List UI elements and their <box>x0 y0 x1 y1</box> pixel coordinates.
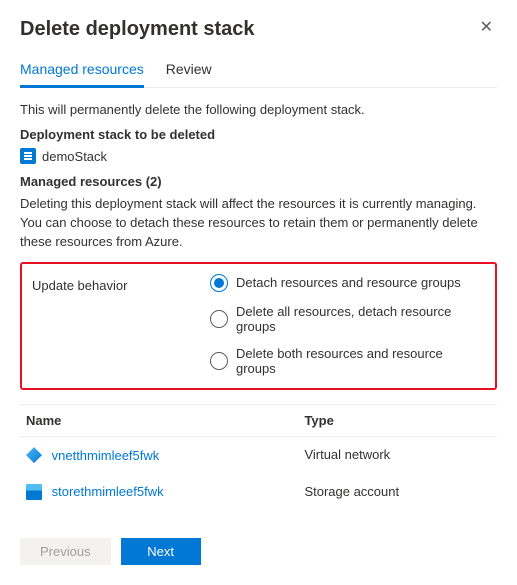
radio-label: Delete both resources and resource group… <box>236 346 485 376</box>
radio-delete-both[interactable]: Delete both resources and resource group… <box>210 346 485 376</box>
radio-delete-resources[interactable]: Delete all resources, detach resource gr… <box>210 304 485 334</box>
stack-row: demoStack <box>20 148 497 164</box>
resources-table: Name Type vnetthmimleef5fwk Virtual netw… <box>20 404 497 510</box>
radio-label: Delete all resources, detach resource gr… <box>236 304 485 334</box>
table-row: vnetthmimleef5fwk Virtual network <box>20 436 497 473</box>
col-name: Name <box>20 404 298 436</box>
tabs: Managed resources Review <box>20 55 497 88</box>
stack-icon <box>20 148 36 164</box>
previous-button: Previous <box>20 538 111 565</box>
next-button[interactable]: Next <box>121 538 201 565</box>
intro-text: This will permanently delete the followi… <box>20 102 497 117</box>
table-row: storethmimleef5fwk Storage account <box>20 473 497 510</box>
radio-detach[interactable]: Detach resources and resource groups <box>210 274 485 292</box>
tab-review[interactable]: Review <box>166 55 212 88</box>
resource-link[interactable]: vnetthmimleef5fwk <box>52 448 160 463</box>
radio-icon <box>210 274 228 292</box>
resource-type: Storage account <box>298 473 497 510</box>
update-behavior-label: Update behavior <box>32 274 202 376</box>
managed-resources-label: Managed resources (2) <box>20 174 497 189</box>
close-icon[interactable]: ✕ <box>476 18 497 38</box>
vnet-icon <box>26 447 42 463</box>
col-type: Type <box>298 404 497 436</box>
resource-link[interactable]: storethmimleef5fwk <box>52 484 164 499</box>
resource-type: Virtual network <box>298 436 497 473</box>
stack-section-label: Deployment stack to be deleted <box>20 127 497 142</box>
radio-icon <box>210 352 228 370</box>
footer-buttons: Previous Next <box>20 538 497 565</box>
stack-name: demoStack <box>42 149 107 164</box>
update-behavior-box: Update behavior Detach resources and res… <box>20 262 497 390</box>
panel-header: Delete deployment stack ✕ <box>20 18 497 41</box>
radio-label: Detach resources and resource groups <box>236 275 461 290</box>
update-behavior-radio-group: Detach resources and resource groups Del… <box>210 274 485 376</box>
managed-resources-description: Deleting this deployment stack will affe… <box>20 195 497 252</box>
page-title: Delete deployment stack <box>20 18 255 41</box>
radio-icon <box>210 310 228 328</box>
storage-icon <box>26 484 42 500</box>
tab-managed-resources[interactable]: Managed resources <box>20 55 144 88</box>
